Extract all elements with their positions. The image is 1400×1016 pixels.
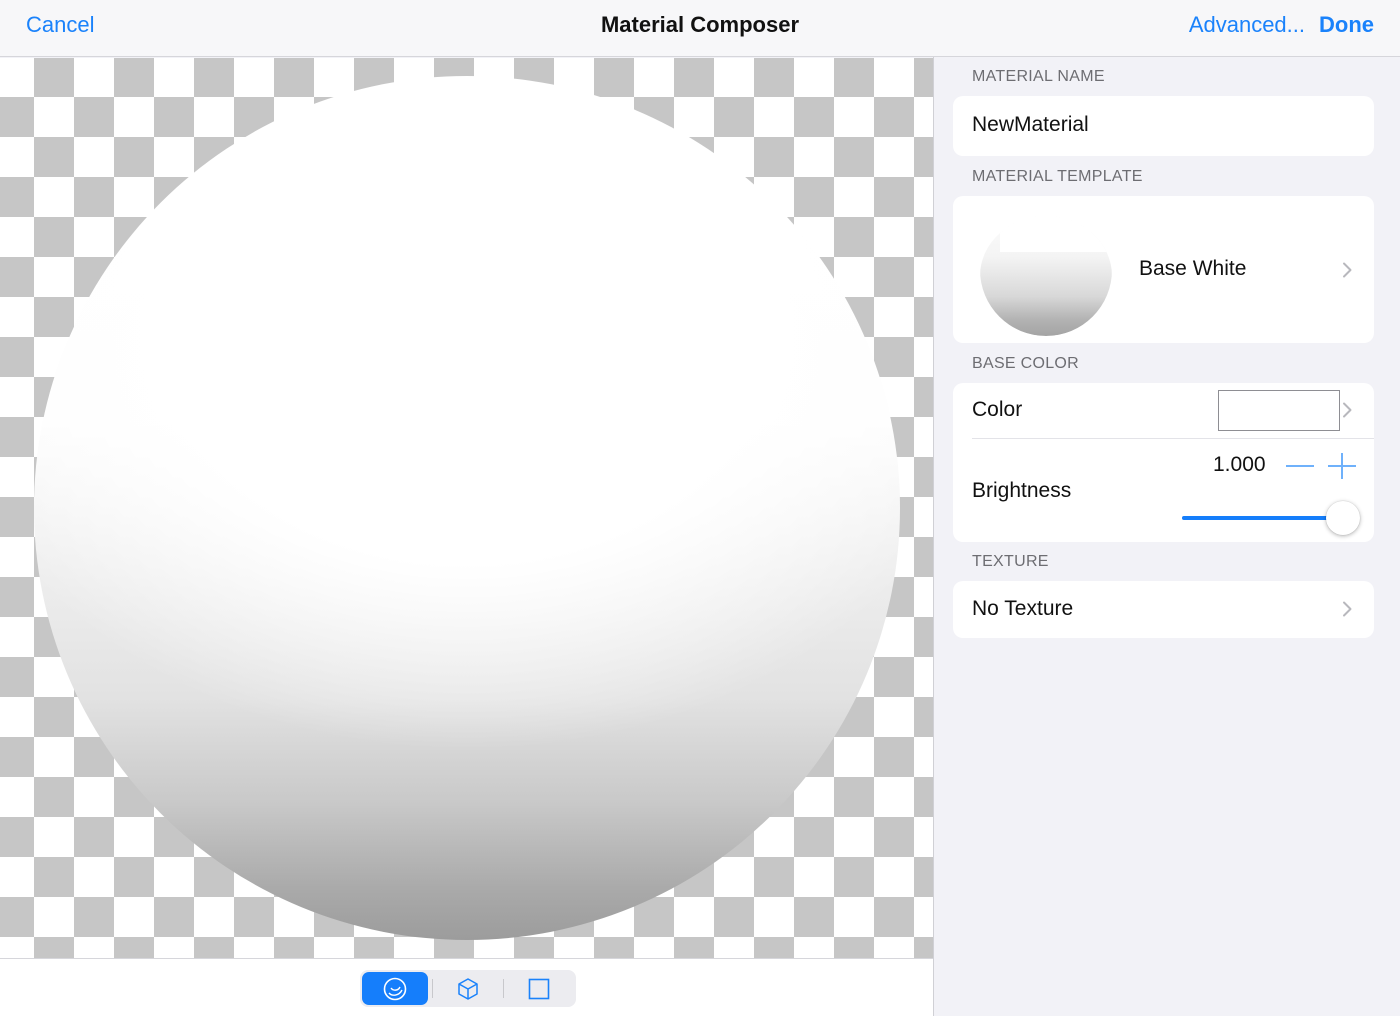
- texture-header: TEXTURE: [972, 553, 1049, 570]
- cancel-button[interactable]: Cancel: [26, 12, 94, 38]
- color-swatch[interactable]: [1218, 390, 1340, 431]
- brightness-value: 1.000: [1213, 453, 1266, 476]
- material-name-header: MATERIAL NAME: [972, 68, 1105, 85]
- base-color-card: Color Brightness 1.000: [953, 383, 1374, 542]
- plane-mode-button[interactable]: [506, 972, 572, 1005]
- material-name-field[interactable]: NewMaterial: [972, 113, 1089, 137]
- chevron-right-icon: [1343, 601, 1352, 617]
- cube-mode-button[interactable]: [435, 972, 501, 1005]
- material-name-card: NewMaterial: [953, 96, 1374, 156]
- preview-toolbar: [0, 958, 933, 1016]
- brightness-slider[interactable]: [1182, 516, 1342, 520]
- sphere-icon: [383, 977, 407, 1000]
- preview-sphere: [34, 76, 900, 940]
- pane-divider: [933, 57, 934, 1016]
- color-label: Color: [972, 398, 1023, 421]
- cube-icon: [458, 977, 478, 1000]
- chevron-right-icon: [1343, 262, 1352, 278]
- brightness-label: Brightness: [972, 479, 1072, 502]
- material-template-header: MATERIAL TEMPLATE: [972, 168, 1143, 185]
- chevron-right-icon: [1343, 402, 1352, 418]
- plus-icon-stem: [1341, 453, 1343, 479]
- texture-row[interactable]: No Texture: [953, 581, 1374, 638]
- material-template-row[interactable]: Base White: [953, 196, 1374, 343]
- done-button[interactable]: Done: [1319, 12, 1374, 38]
- row-divider: [972, 438, 1374, 439]
- plane-icon: [528, 978, 550, 999]
- slider-fill: [1182, 516, 1342, 520]
- sphere-mode-button[interactable]: [362, 972, 428, 1005]
- advanced-button[interactable]: Advanced...: [1189, 12, 1305, 38]
- minus-icon: [1286, 465, 1314, 467]
- template-name: Base White: [1139, 257, 1247, 280]
- preview-shape-selector: [360, 970, 576, 1007]
- navigation-bar: Cancel Material Composer Advanced... Don…: [0, 0, 1400, 57]
- segment-divider: [432, 979, 433, 998]
- texture-value: No Texture: [972, 597, 1074, 620]
- base-color-header: BASE COLOR: [972, 355, 1080, 372]
- template-thumbnail: [980, 216, 1112, 336]
- slider-thumb[interactable]: [1326, 501, 1360, 535]
- material-preview[interactable]: [0, 58, 933, 958]
- color-row[interactable]: Color: [953, 383, 1374, 438]
- segment-divider: [503, 979, 504, 998]
